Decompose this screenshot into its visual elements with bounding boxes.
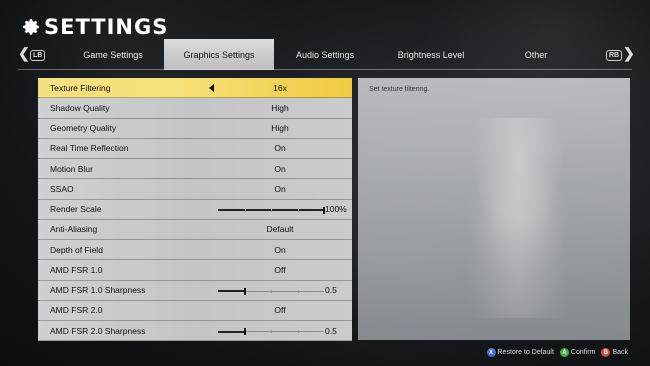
slider-tick — [271, 289, 272, 293]
description-background-preview — [438, 118, 598, 318]
setting-row-texture-filtering[interactable]: Texture Filtering 16x — [38, 78, 352, 99]
description-panel: Set texture filtering. — [358, 78, 630, 340]
setting-value: 0.5 — [325, 325, 337, 336]
setting-value: Default — [266, 224, 294, 235]
chevron-left-icon[interactable]: ❮ — [18, 45, 30, 62]
footer-hints: X Restore to Default A Confirm B Back — [486, 348, 628, 357]
chevron-right-icon[interactable]: ❯ — [623, 45, 635, 62]
fsr2-sharpness-slider[interactable] — [218, 328, 324, 335]
page-title: SETTINGS — [22, 15, 168, 39]
page-title-text: SETTINGS — [44, 15, 169, 39]
tab-other[interactable]: Other — [486, 39, 586, 70]
x-button-icon: X — [486, 348, 496, 357]
tab-label: Audio Settings — [295, 49, 355, 60]
setting-row-ssao[interactable]: SSAO On — [38, 179, 352, 200]
settings-list: Texture Filtering 16x Shadow Quality Hig… — [38, 78, 352, 342]
setting-label: Motion Blur — [50, 163, 93, 174]
render-scale-slider[interactable] — [218, 206, 325, 214]
caret-left-icon[interactable] — [209, 84, 214, 92]
setting-label: AMD FSR 1.0 — [50, 264, 103, 275]
setting-value: High — [271, 102, 289, 113]
setting-row-shadow-quality[interactable]: Shadow Quality High — [38, 98, 352, 119]
hint-label: Confirm — [570, 349, 596, 356]
b-button-icon: B — [601, 348, 611, 357]
setting-value: 0.5 — [325, 285, 337, 296]
setting-label: AMD FSR 2.0 — [50, 305, 103, 316]
confirm-hint[interactable]: A Confirm — [559, 348, 596, 357]
slider-tick — [297, 289, 299, 293]
hint-label: Restore to Default — [497, 349, 554, 356]
setting-row-render-scale[interactable]: Render Scale 100% — [38, 199, 352, 220]
setting-label: SSAO — [50, 183, 74, 194]
slider-fill — [218, 330, 245, 333]
description-text: Set texture filtering. — [369, 86, 430, 93]
setting-row-geometry-quality[interactable]: Geometry Quality High — [38, 118, 352, 139]
setting-value: 16x — [273, 82, 287, 93]
lb-button-icon[interactable]: LB — [30, 50, 46, 61]
tab-bar: ❮ LB Game Settings Graphics Settings Aud… — [0, 39, 650, 70]
setting-row-anti-aliasing[interactable]: Anti-Aliasing Default — [38, 219, 352, 240]
setting-label: AMD FSR 1.0 Sharpness — [50, 285, 146, 296]
tab-brightness-level[interactable]: Brightness Level — [376, 39, 486, 70]
slider-tick — [244, 208, 246, 212]
setting-label: Geometry Quality — [50, 123, 117, 134]
tab-label: Graphics Settings — [183, 49, 255, 60]
rb-button-icon[interactable]: RB — [606, 50, 623, 61]
tab-label: Brightness Level — [397, 49, 465, 60]
setting-value: On — [274, 163, 286, 174]
setting-label: Depth of Field — [50, 244, 103, 255]
slider-tick — [297, 330, 299, 333]
setting-row-amd-fsr-2-sharpness[interactable]: AMD FSR 2.0 Sharpness 0.5 — [38, 321, 352, 342]
tab-label: Game Settings — [83, 49, 143, 60]
setting-label: Anti-Aliasing — [50, 224, 98, 235]
slider-thumb[interactable] — [244, 287, 246, 295]
tab-game-settings[interactable]: Game Settings — [62, 39, 164, 70]
slider-tick — [297, 208, 299, 212]
setting-value: Off — [274, 264, 286, 275]
fsr1-sharpness-slider[interactable] — [218, 287, 324, 295]
tab-audio-settings[interactable]: Audio Settings — [274, 39, 376, 70]
setting-value: On — [274, 143, 286, 154]
setting-value: High — [271, 123, 289, 134]
slider-thumb[interactable] — [244, 328, 246, 335]
hint-label: Back — [612, 349, 628, 356]
setting-label: Shadow Quality — [50, 102, 110, 113]
setting-value: On — [274, 183, 286, 194]
setting-value: Off — [274, 305, 286, 316]
tab-label: Other — [524, 49, 548, 60]
back-hint[interactable]: B Back — [601, 348, 628, 357]
setting-label: Render Scale — [50, 204, 102, 215]
setting-label: Texture Filtering — [50, 82, 111, 93]
setting-row-motion-blur[interactable]: Motion Blur On — [38, 159, 352, 180]
setting-row-amd-fsr-2[interactable]: AMD FSR 2.0 Off — [38, 300, 352, 321]
tab-graphics-settings[interactable]: Graphics Settings — [164, 39, 274, 70]
setting-row-depth-of-field[interactable]: Depth of Field On — [38, 240, 352, 261]
tab-divider — [18, 69, 632, 70]
restore-default-hint[interactable]: X Restore to Default — [486, 348, 554, 357]
slider-tick — [271, 330, 272, 333]
setting-label: Real Time Reflection — [50, 143, 129, 154]
setting-row-real-time-reflection[interactable]: Real Time Reflection On — [38, 138, 352, 159]
setting-row-amd-fsr-1-sharpness[interactable]: AMD FSR 1.0 Sharpness 0.5 — [38, 280, 352, 301]
a-button-icon: A — [559, 348, 569, 357]
slider-fill — [218, 290, 245, 292]
setting-value: 100% — [325, 204, 347, 215]
setting-label: AMD FSR 2.0 Sharpness — [50, 325, 146, 336]
setting-value: On — [274, 244, 286, 255]
slider-tick — [271, 208, 272, 212]
gear-icon — [23, 19, 39, 35]
setting-row-amd-fsr-1[interactable]: AMD FSR 1.0 Off — [38, 260, 352, 281]
